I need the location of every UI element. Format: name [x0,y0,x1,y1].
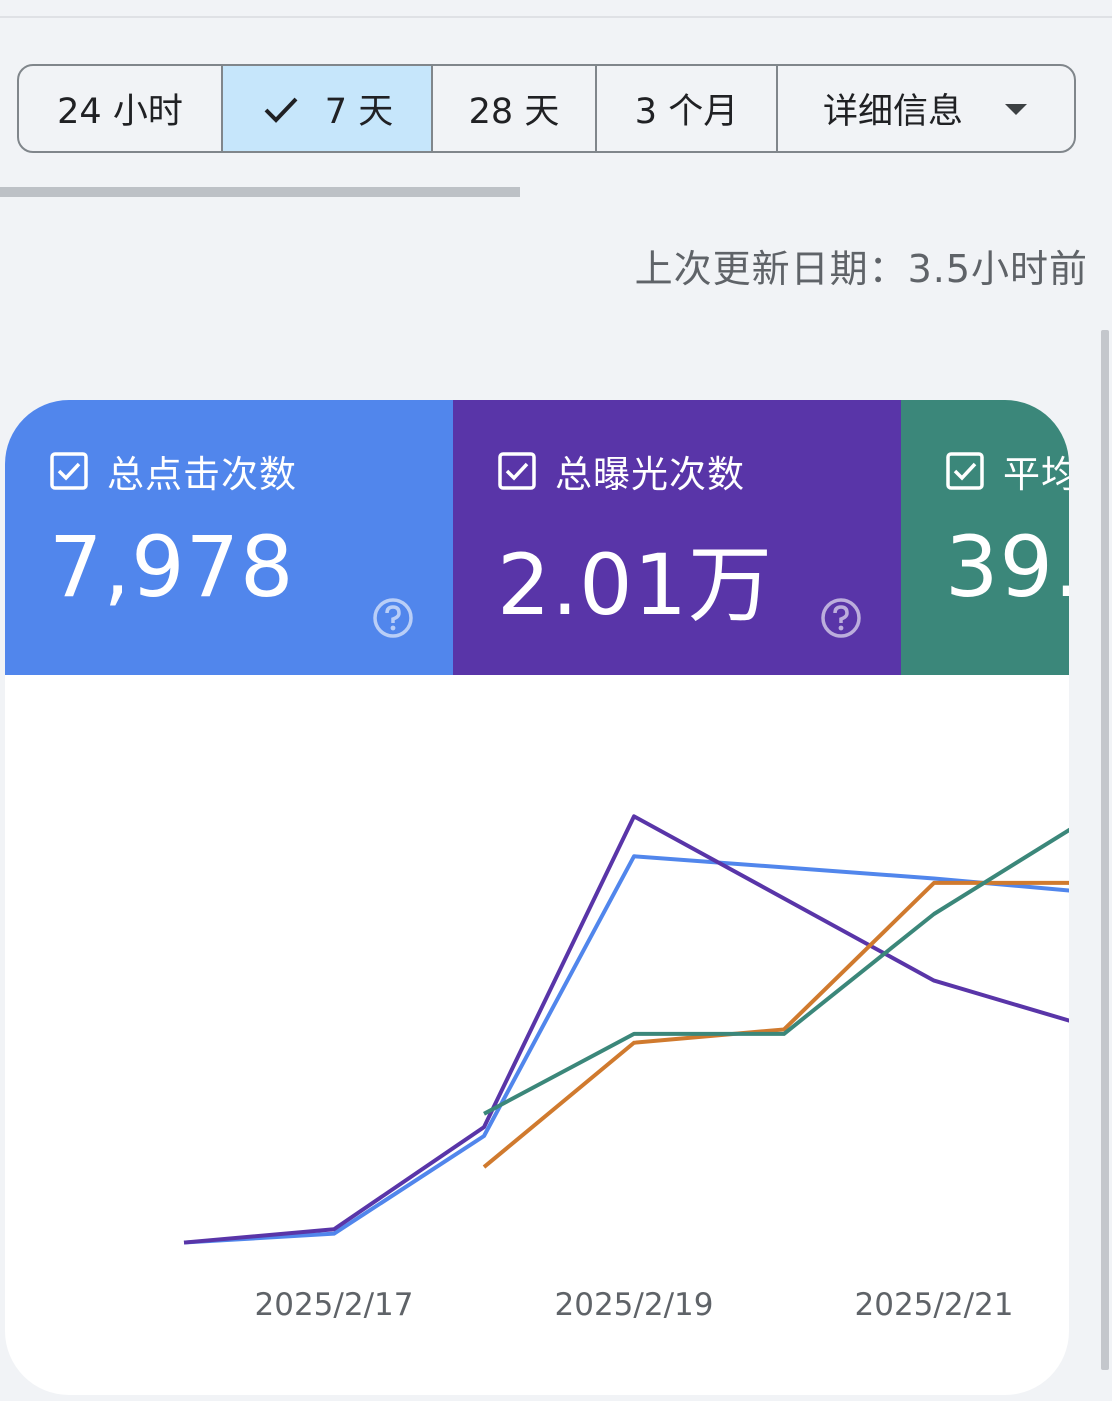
horizontal-scroll-indicator[interactable] [0,187,520,197]
top-divider [0,16,1112,18]
metric-label-ctr: 平均 [1003,453,1069,496]
checkbox-checked-icon[interactable] [49,451,89,491]
date-range-selector: 24 小时 7 天 28 天 3 个月 详细信息 [17,64,1076,153]
details-label: 详细信息 [822,92,963,132]
metric-value-ctr: 39. [945,518,1069,616]
range-24h-label: 24 小时 [57,92,183,132]
performance-line-chart: 2025/2/17 2025/2/19 2025/2/21 [183,814,1069,1323]
performance-card: 总点击次数 7,978 总曝光次数 2.01万 平均 39. 2025/2/17… [5,400,1069,1395]
x-tick-label: 2025/2/17 [255,1287,414,1323]
metric-tile-clicks[interactable]: 总点击次数 7,978 [5,400,453,675]
dropdown-arrow-icon [1005,103,1027,115]
metric-tiles: 总点击次数 7,978 总曝光次数 2.01万 平均 39. [5,400,1069,675]
range-28d-button[interactable]: 28 天 [433,66,597,151]
range-7d-label: 7 天 [324,92,394,132]
metric-label-clicks: 总点击次数 [107,453,297,496]
check-icon [264,97,298,123]
metric-value-impressions: 2.01万 [497,536,774,634]
range-28d-label: 28 天 [468,92,560,132]
vertical-scrollbar[interactable] [1101,330,1109,1370]
series-line-2 [482,880,1069,1169]
x-tick-label: 2025/2/19 [555,1287,714,1323]
metric-label-impressions: 总曝光次数 [555,453,745,496]
last-updated-text: 上次更新日期：3.5小时前 [634,247,1088,291]
details-dropdown[interactable]: 详细信息 [778,66,1074,151]
checkbox-checked-icon[interactable] [497,451,537,491]
checkbox-checked-icon[interactable] [945,451,985,491]
metric-value-clicks: 7,978 [49,518,295,616]
help-circle-icon[interactable] [819,596,863,640]
help-circle-icon[interactable] [371,596,415,640]
range-7d-button[interactable]: 7 天 [223,66,433,151]
range-3m-button[interactable]: 3 个月 [597,66,778,151]
range-24h-button[interactable]: 24 小时 [19,66,223,151]
metric-tile-ctr[interactable]: 平均 39. [901,400,1069,675]
range-3m-label: 3 个月 [634,92,739,132]
series-line-3 [483,827,1069,1116]
x-tick-label: 2025/2/21 [855,1287,1014,1323]
metric-tile-impressions[interactable]: 总曝光次数 2.01万 [453,400,901,675]
